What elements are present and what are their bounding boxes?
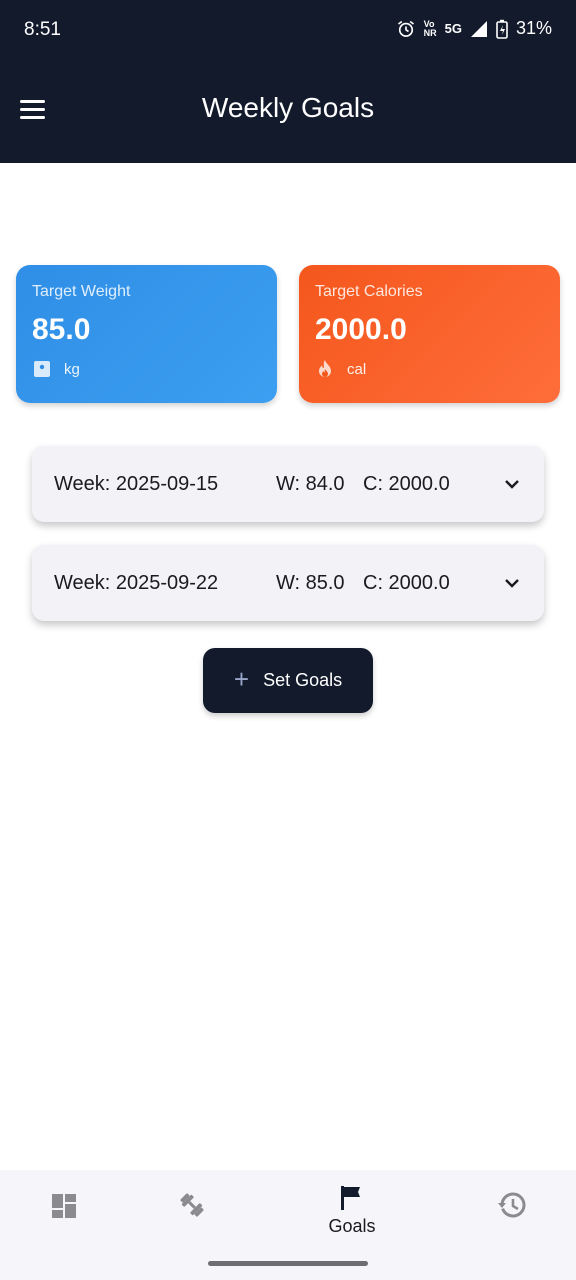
network-type: Vo NR — [423, 19, 437, 38]
week-row[interactable]: Week: 2025-09-15 W: 84.0 C: 2000.0 — [32, 446, 544, 522]
week-date: Week: 2025-09-15 — [54, 472, 219, 495]
status-bar: 8:51 Vo NR 5G 31% — [0, 0, 576, 60]
target-weight-card: Target Weight 85.0 kg — [16, 265, 277, 403]
target-calories-value: 2000.0 — [315, 313, 407, 346]
history-icon — [498, 1192, 526, 1218]
fire-icon — [315, 359, 335, 379]
battery-level: 31% — [515, 18, 552, 38]
set-goals-button[interactable]: + Set Goals — [203, 648, 373, 713]
nav-item-workouts[interactable] — [162, 1184, 222, 1244]
plus-icon: + — [233, 664, 250, 694]
target-weight-unit-row: kg — [32, 359, 261, 379]
target-weight-unit: kg — [64, 360, 80, 378]
status-icons: Vo NR 5G 31% — [396, 18, 552, 39]
chevron-down-icon[interactable] — [502, 573, 522, 593]
fitness-icon — [180, 1193, 204, 1217]
status-time: 8:51 — [24, 19, 61, 40]
week-calories: C: 2000.0 — [363, 472, 450, 495]
target-calories-unit-row: cal — [315, 359, 544, 379]
set-goals-label: Set Goals — [263, 670, 343, 690]
signal-icon — [470, 20, 487, 37]
nav-item-goals[interactable]: Goals — [322, 1184, 382, 1244]
target-calories-label: Target Calories — [315, 283, 423, 300]
alarm-icon — [397, 20, 414, 37]
nav-label-goals: Goals — [328, 1216, 376, 1236]
target-calories-unit: cal — [347, 360, 367, 378]
target-weight-label: Target Weight — [32, 283, 131, 300]
week-date: Week: 2025-09-22 — [54, 571, 219, 594]
battery-icon — [496, 19, 508, 39]
network-nr: NR — [423, 27, 437, 38]
flag-icon — [341, 1186, 360, 1210]
nav-item-dashboard[interactable] — [34, 1184, 94, 1244]
week-row[interactable]: Week: 2025-09-22 W: 85.0 C: 2000.0 — [32, 545, 544, 621]
network-5g: 5G — [444, 21, 462, 36]
scale-icon — [32, 359, 52, 379]
page-title: Weekly Goals — [201, 92, 375, 123]
home-indicator[interactable] — [208, 1261, 368, 1266]
chevron-down-icon[interactable] — [502, 474, 522, 494]
app-bar: Weekly Goals — [0, 60, 576, 163]
week-weight: W: 84.0 — [276, 472, 345, 495]
target-calories-card: Target Calories 2000.0 cal — [299, 265, 560, 403]
nav-item-history[interactable] — [482, 1184, 542, 1244]
week-weight: W: 85.0 — [276, 571, 345, 594]
dashboard-icon — [52, 1194, 76, 1218]
week-calories: C: 2000.0 — [363, 571, 450, 594]
target-weight-value: 85.0 — [32, 313, 91, 346]
